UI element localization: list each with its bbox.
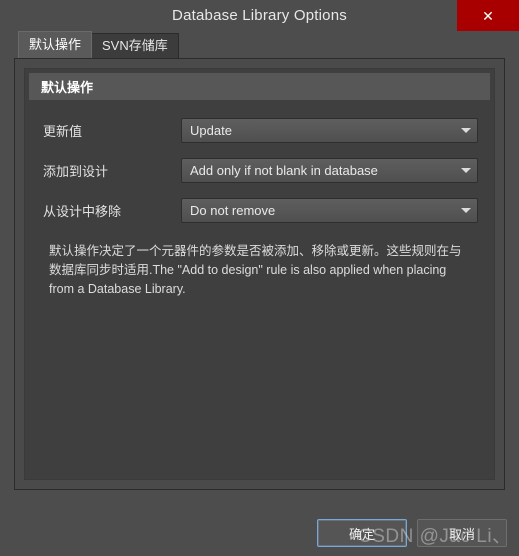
tab-panel-default-operations: 默认操作 更新值 Update 添加到设计 Add only if not bl	[14, 58, 505, 490]
tab-default-operations-label: 默认操作	[29, 37, 82, 52]
ok-button[interactable]: 确定	[317, 519, 407, 547]
combo-add-to-design-value: Add only if not blank in database	[190, 162, 378, 178]
chevron-down-icon	[455, 167, 477, 173]
options-form: 更新值 Update 添加到设计 Add only if not blank i…	[25, 100, 494, 299]
tab-svn-repository-label: SVN存储库	[102, 38, 168, 53]
tab-strip: 默认操作 SVN存储库	[14, 31, 505, 58]
tab-svn-repository[interactable]: SVN存储库	[91, 33, 179, 58]
title-bar: Database Library Options ✕	[0, 0, 519, 31]
combo-remove-from-design-value: Do not remove	[190, 202, 276, 218]
combo-add-to-design[interactable]: Add only if not blank in database	[181, 157, 478, 183]
dialog-footer: 确定 取消	[0, 510, 519, 556]
cancel-button-label: 取消	[448, 526, 475, 542]
combo-update-values[interactable]: Update	[181, 117, 478, 143]
chevron-down-icon	[455, 207, 477, 213]
group-header: 默认操作	[29, 73, 490, 100]
close-icon[interactable]: ✕	[457, 0, 519, 31]
panel-inner-frame: 默认操作 更新值 Update 添加到设计 Add only if not bl	[24, 68, 495, 480]
window-title: Database Library Options	[172, 7, 347, 24]
row-add-to-design: 添加到设计 Add only if not blank in database	[31, 150, 488, 190]
ok-button-label: 确定	[348, 526, 375, 542]
cancel-button[interactable]: 取消	[417, 519, 507, 547]
row-remove-from-design: 从设计中移除 Do not remove	[31, 190, 488, 230]
group-header-label: 默认操作	[41, 80, 94, 95]
combo-remove-from-design[interactable]: Do not remove	[181, 197, 478, 223]
tab-default-operations[interactable]: 默认操作	[18, 31, 93, 58]
label-update-values: 更新值	[43, 123, 83, 139]
description-text: 默认操作决定了一个元器件的参数是否被添加、移除或更新。这些规则在与数据库同步时适…	[49, 244, 462, 296]
label-remove-from-design: 从设计中移除	[43, 203, 122, 219]
label-add-to-design: 添加到设计	[43, 163, 109, 179]
database-library-options-dialog: Database Library Options ✕ 默认操作 SVN存储库 默…	[0, 0, 519, 556]
close-glyph: ✕	[482, 7, 494, 24]
row-update-values: 更新值 Update	[31, 110, 488, 150]
combo-update-values-value: Update	[190, 122, 232, 138]
dialog-body: 默认操作 SVN存储库 默认操作 更新值 Update 添加到设计 Add on…	[0, 31, 519, 510]
chevron-down-icon	[455, 127, 477, 133]
